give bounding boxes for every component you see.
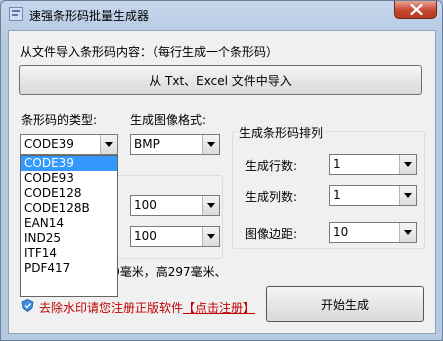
import-label: 从文件导入条形码内容：（每行生成一个条形码） bbox=[20, 45, 279, 59]
barcode-type-value: CODE39 bbox=[24, 137, 74, 151]
height-value: 100 bbox=[134, 229, 157, 243]
dropdown-option[interactable]: CODE128B bbox=[21, 201, 117, 216]
title-bar[interactable]: 速强条形码批量生成器 bbox=[1, 1, 442, 29]
width-select[interactable]: 100 bbox=[130, 195, 220, 216]
dropdown-option[interactable]: CODE93 bbox=[21, 171, 117, 186]
chevron-down-icon[interactable] bbox=[100, 135, 117, 154]
register-link-text[interactable]: 【点击注册】 bbox=[183, 301, 255, 315]
dropdown-option[interactable]: CODE128 bbox=[21, 186, 117, 201]
chevron-down-icon[interactable] bbox=[202, 227, 219, 246]
main-window: 速强条形码批量生成器 从文件导入条形码内容：（每行生成一个条形码） 从 Txt、… bbox=[0, 0, 443, 341]
width-value: 100 bbox=[134, 198, 157, 212]
chevron-down-icon[interactable] bbox=[399, 155, 416, 174]
image-format-select[interactable]: BMP bbox=[130, 134, 220, 155]
shield-icon bbox=[21, 299, 34, 312]
rows-label: 生成行数: bbox=[245, 159, 298, 173]
cols-value: 1 bbox=[333, 188, 341, 202]
barcode-type-select[interactable]: CODE39 bbox=[20, 134, 118, 155]
import-button[interactable]: 从 Txt、Excel 文件中导入 bbox=[19, 65, 422, 95]
chevron-down-icon[interactable] bbox=[399, 186, 416, 205]
chevron-down-icon[interactable] bbox=[202, 135, 219, 154]
margin-label: 图像边距: bbox=[245, 227, 298, 241]
rows-select[interactable]: 1 bbox=[329, 154, 417, 175]
barcode-type-dropdown-list[interactable]: CODE39 CODE93 CODE128 CODE128B EAN14 IND… bbox=[20, 155, 118, 297]
cols-label: 生成列数: bbox=[245, 190, 298, 204]
window-title: 速强条形码批量生成器 bbox=[29, 9, 150, 23]
layout-group-legend: 生成条形码排列 bbox=[237, 124, 326, 141]
start-button[interactable]: 开始生成 bbox=[266, 286, 424, 322]
client-area: 从文件导入条形码内容：（每行生成一个条形码） 从 Txt、Excel 文件中导入… bbox=[8, 30, 436, 334]
close-button[interactable] bbox=[394, 1, 437, 19]
register-link[interactable]: 去除水印请您注册正版软件【点击注册】 bbox=[39, 299, 255, 316]
image-format-value: BMP bbox=[134, 137, 160, 151]
dropdown-option[interactable]: ITF14 bbox=[21, 246, 117, 261]
barcode-type-label: 条形码的类型: bbox=[21, 113, 98, 127]
rows-value: 1 bbox=[333, 157, 341, 171]
chevron-down-icon[interactable] bbox=[399, 223, 416, 242]
image-format-label: 生成图像格式: bbox=[130, 113, 207, 127]
close-icon bbox=[410, 4, 423, 15]
app-icon bbox=[9, 7, 23, 21]
dropdown-option[interactable]: PDF417 bbox=[21, 261, 117, 276]
chevron-down-icon[interactable] bbox=[202, 196, 219, 215]
register-text: 去除水印请您注册正版软件 bbox=[39, 301, 184, 315]
cols-select[interactable]: 1 bbox=[329, 185, 417, 206]
dropdown-option[interactable]: IND25 bbox=[21, 231, 117, 246]
dropdown-option[interactable]: EAN14 bbox=[21, 216, 117, 231]
dropdown-option[interactable]: CODE39 bbox=[21, 156, 117, 171]
margin-value: 10 bbox=[333, 225, 349, 239]
margin-select[interactable]: 10 bbox=[329, 222, 417, 243]
height-select[interactable]: 100 bbox=[130, 226, 220, 247]
